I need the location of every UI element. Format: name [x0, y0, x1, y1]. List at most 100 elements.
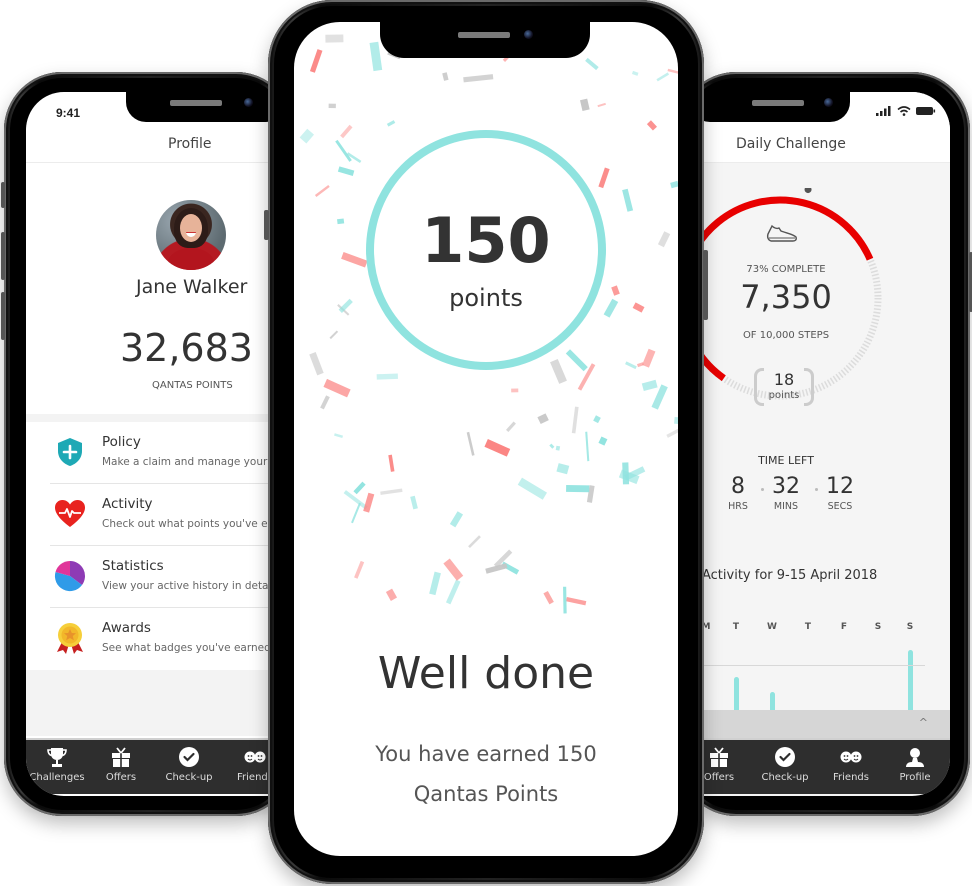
menu-item-activity[interactable]: Activity Check out what points you've ea… — [26, 484, 276, 546]
confetti-piece — [351, 502, 361, 524]
confetti-piece — [517, 477, 548, 500]
menu-item-policy[interactable]: Policy Make a claim and manage your poli… — [26, 422, 276, 484]
page-title: Profile — [168, 136, 212, 152]
menu-item-awards[interactable]: Awards See what badges you've earned — [26, 608, 276, 670]
bottom-drawer[interactable]: ^ — [700, 710, 950, 738]
avatar-body — [168, 248, 214, 270]
percent-complete: 73% COMPLETE — [746, 264, 826, 275]
notch — [380, 22, 590, 58]
confetti-piece — [449, 511, 464, 528]
tab-profile[interactable]: Profile — [884, 746, 946, 783]
activity-bar-chart: MTWTFSS — [700, 622, 930, 712]
phone-reward: 150 points Well done You have earned 150… — [264, 0, 708, 884]
confetti-piece — [334, 433, 344, 438]
confetti-piece — [549, 443, 555, 449]
speaker — [170, 100, 222, 106]
seconds-label: SECS — [827, 501, 853, 512]
confetti-piece — [484, 439, 511, 457]
confetti-piece — [386, 120, 396, 127]
time-left-label: TIME LEFT — [758, 454, 814, 467]
award-medal-icon — [57, 623, 83, 654]
volume-down-button — [1, 292, 5, 340]
phone-profile: 9:41 Profile Jane Walker 32,683 QANTAS P… — [1, 72, 294, 816]
tab-challenges[interactable]: Challenges — [26, 746, 88, 783]
confetti-piece — [597, 102, 606, 108]
tab-offers[interactable]: Offers — [90, 746, 152, 783]
earned-message: You have earned 150 Qantas Points — [334, 734, 638, 814]
activity-bar[interactable] — [770, 692, 775, 710]
confetti-piece — [299, 128, 315, 144]
volume-up-button — [1, 232, 5, 280]
menu-item-statistics[interactable]: Statistics View your active history in d… — [26, 546, 276, 608]
confetti-piece — [646, 120, 657, 131]
confetti-piece — [328, 103, 336, 109]
tab-friends[interactable]: Friends — [820, 746, 882, 783]
tab-check-up[interactable]: Check-up — [754, 746, 816, 783]
confetti-piece — [642, 348, 656, 368]
camera — [824, 98, 833, 107]
confetti-piece — [550, 358, 567, 384]
menu-title: Policy — [102, 434, 141, 450]
confetti-piece — [632, 302, 645, 313]
activity-bar[interactable] — [908, 650, 913, 710]
activity-bar[interactable] — [734, 677, 739, 710]
gift-icon — [112, 747, 130, 767]
confetti-piece — [341, 252, 368, 268]
tab-offers[interactable]: Offers — [700, 746, 750, 783]
tab-label: Check-up — [761, 772, 809, 783]
header-divider — [26, 162, 276, 163]
points-label: QANTAS POINTS — [152, 380, 233, 391]
user-name: Jane Walker — [136, 276, 248, 298]
chevron-up-icon[interactable]: ^ — [919, 716, 928, 729]
speaker — [458, 32, 510, 38]
earned-points-word: points — [449, 284, 523, 312]
confetti-piece — [611, 285, 620, 296]
confetti-piece — [585, 57, 599, 71]
section-divider — [26, 414, 276, 422]
tab-check-up[interactable]: Check-up — [158, 746, 220, 783]
reward-points-value: 18 — [773, 370, 795, 389]
confetti-piece — [336, 218, 345, 225]
confetti-piece — [656, 72, 670, 82]
wifi-icon — [897, 106, 911, 116]
daily-challenge-screen: Daily Challenge 73% COMPLETE 7,350 OF 10… — [700, 92, 950, 796]
day-label: S — [906, 622, 914, 632]
confetti-piece — [603, 298, 619, 318]
confetti-piece — [556, 463, 570, 475]
countdown-hours: 8 HRS — [716, 474, 760, 512]
reward-screen: 150 points Well done You have earned 150… — [294, 22, 678, 856]
notch — [700, 92, 850, 122]
confetti-piece — [555, 445, 561, 451]
confetti-piece — [565, 349, 588, 372]
confetti-piece — [323, 378, 351, 398]
confetti-piece — [593, 415, 601, 424]
confetti-piece — [580, 98, 590, 111]
confetti-piece — [670, 180, 678, 189]
status-icons — [876, 106, 936, 116]
tab-label: Profile — [899, 772, 931, 783]
reward-points-word: points — [768, 390, 800, 401]
confetti-piece — [388, 454, 395, 472]
tab-label: Friends — [833, 772, 869, 783]
confetti-piece — [445, 579, 461, 605]
mute-switch — [1, 182, 5, 208]
day-label: F — [840, 622, 848, 632]
confetti-piece — [666, 421, 678, 438]
countdown-seconds: 12 SECS — [818, 474, 862, 512]
confetti-piece — [598, 167, 610, 189]
shoe-icon — [766, 224, 797, 242]
avatar[interactable] — [156, 200, 226, 270]
confetti-piece — [380, 488, 403, 495]
countdown-minutes: 32 MINS — [764, 474, 808, 512]
tab-label: Offers — [703, 772, 735, 783]
earned-message-line1: You have earned 150 — [375, 742, 597, 766]
tab-bar: Offers Check-up Friends Profile — [700, 738, 950, 794]
minutes-value: 32 — [772, 474, 800, 499]
confetti-piece — [340, 124, 353, 139]
confetti-piece — [622, 188, 634, 212]
trophy-icon — [47, 748, 67, 767]
profile-screen: 9:41 Profile Jane Walker 32,683 QANTAS P… — [26, 92, 276, 796]
earned-points-value: 150 — [421, 204, 551, 277]
check-circle-icon — [179, 747, 199, 767]
confetti-piece — [571, 406, 579, 434]
